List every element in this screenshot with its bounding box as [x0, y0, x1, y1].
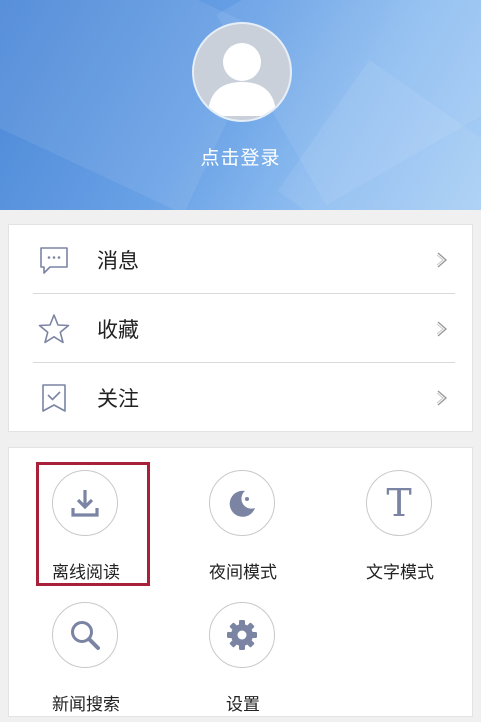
chevron-right-icon: [436, 390, 448, 406]
tool-label: 设置: [226, 695, 260, 715]
tool-night-mode[interactable]: 夜间模式: [174, 470, 314, 590]
tool-icon-circle: [52, 602, 118, 668]
tool-news-search[interactable]: 新闻搜索: [17, 602, 157, 722]
menu-item-following[interactable]: 关注: [9, 363, 474, 432]
chevron-right-icon: [436, 321, 448, 337]
profile-header: 点击登录: [0, 0, 481, 210]
search-icon: [71, 621, 100, 650]
tool-settings[interactable]: 设置: [174, 602, 314, 722]
menu-item-label: 消息: [97, 249, 139, 273]
chevron-right-icon: [436, 252, 448, 268]
bookmark-check-icon: [42, 384, 66, 412]
tool-text-mode[interactable]: T 文字模式: [331, 470, 471, 590]
tool-offline-reading[interactable]: 离线阅读: [17, 470, 157, 590]
menu-item-label: 关注: [97, 387, 139, 411]
tool-icon-circle: [209, 602, 275, 668]
text-t-icon: T: [386, 483, 411, 523]
moon-icon: [229, 490, 255, 517]
menu-item-messages[interactable]: 消息: [9, 225, 474, 294]
user-avatar-icon: [208, 43, 276, 116]
tool-icon-circle: [209, 470, 275, 536]
avatar[interactable]: [192, 22, 292, 122]
star-icon: [38, 314, 70, 344]
svg-text:T: T: [386, 483, 411, 523]
tools-grid: 离线阅读 夜间模式 T 文字模式 新闻搜索 设置: [8, 447, 473, 717]
tool-icon-circle: T: [366, 470, 432, 536]
tool-label: 新闻搜索: [52, 695, 120, 715]
message-icon: [40, 247, 68, 274]
menu-item-label: 收藏: [97, 318, 139, 342]
menu-list: 消息 收藏 关注: [8, 224, 473, 432]
tool-label: 夜间模式: [209, 563, 277, 583]
tool-label: 离线阅读: [52, 563, 120, 583]
download-icon: [71, 490, 99, 517]
login-link[interactable]: 点击登录: [0, 143, 481, 170]
tool-label: 文字模式: [366, 563, 434, 583]
tool-icon-circle: [52, 470, 118, 536]
gear-icon: [227, 620, 257, 650]
menu-item-favorites[interactable]: 收藏: [9, 294, 474, 363]
